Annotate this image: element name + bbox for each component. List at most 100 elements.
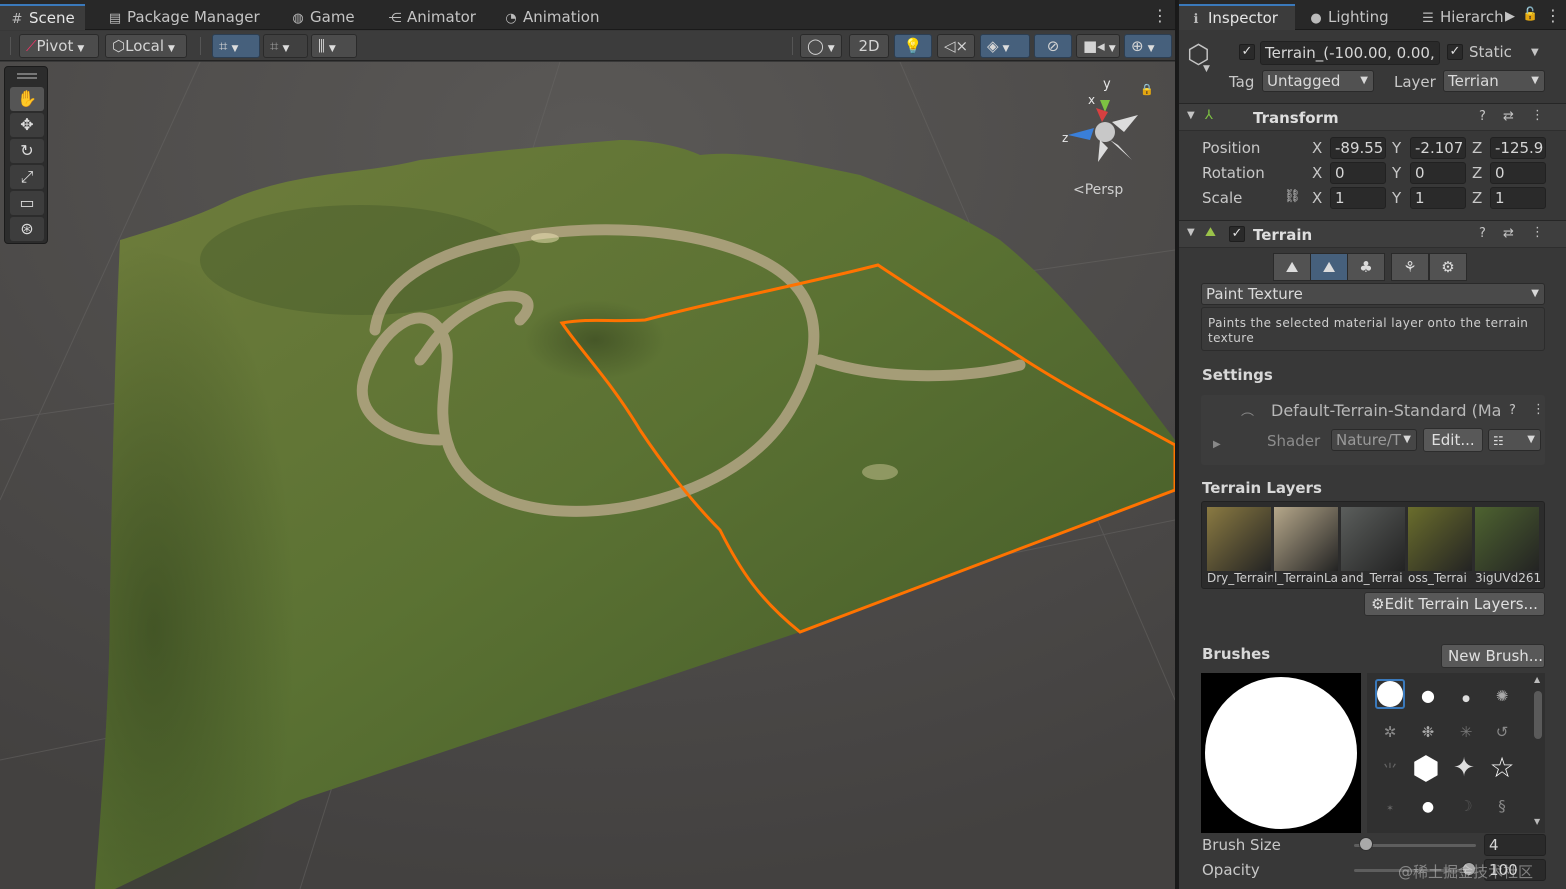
brush-noise-4[interactable]: ↺: [1487, 717, 1517, 747]
terrain-enabled-checkbox[interactable]: ✓: [1229, 226, 1245, 242]
paint-details-tool-tab[interactable]: ⚘: [1391, 253, 1429, 281]
move-tool-icon[interactable]: ✥: [10, 113, 44, 137]
position-y-field[interactable]: -2.107: [1410, 137, 1466, 159]
chevron-down-icon[interactable]: ▼: [1187, 110, 1195, 121]
2d-toggle[interactable]: 2D: [849, 34, 889, 58]
shader-dropdown[interactable]: Nature/T ▼: [1331, 429, 1417, 451]
brush-noise-2[interactable]: ❉: [1413, 717, 1443, 747]
chevron-down-icon[interactable]: ▼: [1203, 64, 1210, 74]
static-checkbox[interactable]: ✓: [1447, 44, 1463, 60]
gizmo-center[interactable]: [1095, 122, 1115, 142]
tab-animation[interactable]: ◔ Animation: [494, 4, 609, 30]
projection-toggle[interactable]: <Persp: [1073, 182, 1123, 198]
rotation-x-field[interactable]: 0: [1330, 162, 1386, 184]
effects-dropdown[interactable]: ◈ ▼: [980, 34, 1030, 58]
brush-scrollbar[interactable]: ▲ ▼: [1533, 675, 1543, 831]
camera-dropdown[interactable]: ■◂ ▼: [1076, 34, 1120, 58]
scene-canvas[interactable]: y x z: [0, 62, 1175, 889]
chevron-down-icon[interactable]: ▼: [1187, 227, 1195, 238]
rotate-tool-icon[interactable]: ↻: [10, 139, 44, 163]
hand-tool-icon[interactable]: ✋: [10, 87, 44, 111]
material-menu-icon[interactable]: ⋮: [1532, 402, 1545, 417]
grid-snap-toggle[interactable]: ⌗ ▼: [212, 34, 260, 58]
tab-inspector[interactable]: ℹ Inspector: [1179, 4, 1295, 30]
chevron-right-icon[interactable]: ▶: [1213, 439, 1221, 450]
raise-lower-tool-tab[interactable]: ⛰: [1273, 253, 1311, 281]
shading-mode-dropdown[interactable]: ◯ ▼: [800, 34, 842, 58]
audio-toggle[interactable]: ◁×: [937, 34, 975, 58]
terrain-header[interactable]: ▼ ⛰ ✓ Terrain ? ⇄ ⋮: [1179, 220, 1566, 248]
brush-small-1[interactable]: ✶: [1375, 791, 1405, 821]
brush-cloud[interactable]: ✺: [1487, 681, 1517, 711]
terrain-layer-thumbnail[interactable]: [1475, 507, 1539, 571]
paint-terrain-tool-tab[interactable]: ⛰: [1310, 253, 1348, 281]
tab-scene[interactable]: # Scene: [0, 4, 85, 30]
brush-small-circle[interactable]: ●: [1451, 681, 1481, 711]
rotation-y-field[interactable]: 0: [1410, 162, 1466, 184]
position-z-field[interactable]: -125.9: [1490, 137, 1546, 159]
link-icon[interactable]: ⛓: [1284, 189, 1301, 204]
tab-animator[interactable]: ⋲ Animator: [378, 4, 486, 30]
scene-viewport[interactable]: y x z: [0, 62, 1175, 889]
brush-noise-1[interactable]: ✲: [1375, 717, 1405, 747]
brush-star-burst[interactable]: ✦: [1449, 753, 1479, 783]
grid-visibility-toggle[interactable]: ⌗ ▼: [263, 34, 308, 58]
help-icon[interactable]: ?: [1479, 226, 1486, 241]
tab-lighting[interactable]: ● Lighting: [1299, 4, 1399, 30]
scale-tool-icon[interactable]: ⤢: [10, 165, 44, 189]
object-name-field[interactable]: Terrain_(-100.00, 0.00,: [1260, 41, 1440, 65]
scale-z-field[interactable]: 1: [1490, 187, 1546, 209]
lock-icon[interactable]: 🔒: [1140, 83, 1154, 96]
lighting-toggle[interactable]: 💡: [894, 34, 932, 58]
preset-icon[interactable]: ⇄: [1503, 226, 1514, 241]
tab-game[interactable]: ◍ Game: [281, 4, 365, 30]
new-brush-button[interactable]: New Brush...: [1441, 644, 1545, 668]
position-x-field[interactable]: -89.55: [1330, 137, 1386, 159]
brush-size-field[interactable]: 4: [1484, 834, 1546, 856]
scroll-down-icon[interactable]: ▼: [1534, 817, 1540, 826]
terrain-layer-thumbnail[interactable]: [1408, 507, 1472, 571]
component-menu-icon[interactable]: ⋮: [1531, 225, 1544, 240]
drag-handle[interactable]: [17, 73, 37, 75]
increment-snap-toggle[interactable]: ⫼ ▼: [311, 34, 357, 58]
brush-small-4[interactable]: §: [1487, 791, 1517, 821]
paint-trees-tool-tab[interactable]: ♣: [1347, 253, 1385, 281]
static-dropdown-icon[interactable]: ▼: [1531, 47, 1539, 58]
scroll-up-icon[interactable]: ▲: [1534, 675, 1540, 684]
help-icon[interactable]: ?: [1479, 109, 1486, 124]
shader-edit-button[interactable]: Edit...: [1423, 428, 1483, 452]
gizmos-dropdown[interactable]: ⊕ ▼: [1124, 34, 1172, 58]
brush-size-slider-knob[interactable]: [1358, 837, 1373, 851]
brush-small-3[interactable]: ☽: [1451, 791, 1481, 821]
layer-dropdown[interactable]: Terrian ▼: [1443, 70, 1545, 92]
pivot-dropdown[interactable]: ⟋Pivot ▼: [19, 34, 99, 58]
terrain-mode-dropdown[interactable]: Paint Texture ▼: [1201, 283, 1545, 305]
terrain-settings-tool-tab[interactable]: ⚙: [1429, 253, 1467, 281]
brush-star[interactable]: ☆: [1487, 753, 1517, 783]
transform-tool-icon[interactable]: ⊛: [10, 217, 44, 241]
lock-icon[interactable]: 🔓: [1522, 7, 1538, 22]
brush-small-2[interactable]: ●: [1413, 791, 1443, 821]
brush-soft-circle[interactable]: ●: [1413, 681, 1443, 711]
shader-options-dropdown[interactable]: ☷ ▼: [1488, 429, 1541, 451]
brush-noise-3[interactable]: ✳: [1451, 717, 1481, 747]
active-checkbox[interactable]: ✓: [1239, 44, 1255, 60]
scrollbar-thumb[interactable]: [1534, 691, 1542, 739]
tag-dropdown[interactable]: Untagged ▼: [1262, 70, 1374, 92]
brush-grass[interactable]: ⺌: [1375, 755, 1405, 785]
terrain-layer-thumbnail[interactable]: [1274, 507, 1338, 571]
scale-y-field[interactable]: 1: [1410, 187, 1466, 209]
brush-hard-circle[interactable]: [1375, 679, 1405, 709]
component-menu-icon[interactable]: ⋮: [1531, 108, 1544, 123]
chevron-right-icon[interactable]: ▶: [1505, 9, 1515, 24]
tab-package-manager[interactable]: ▤ Package Manager: [98, 4, 270, 30]
local-dropdown[interactable]: ⬡Local ▼: [105, 34, 187, 58]
edit-terrain-layers-button[interactable]: ⚙Edit Terrain Layers...: [1364, 592, 1545, 616]
scale-x-field[interactable]: 1: [1330, 187, 1386, 209]
rect-tool-icon[interactable]: ▭: [10, 191, 44, 215]
transform-header[interactable]: ▼ ⅄ Transform ? ⇄ ⋮: [1179, 103, 1566, 131]
scene-menu-icon[interactable]: ⋮: [1152, 8, 1168, 24]
hidden-objects-toggle[interactable]: ⊘: [1034, 34, 1072, 58]
inspector-menu-icon[interactable]: ⋮: [1545, 8, 1561, 24]
terrain-layer-thumbnail[interactable]: [1207, 507, 1271, 571]
